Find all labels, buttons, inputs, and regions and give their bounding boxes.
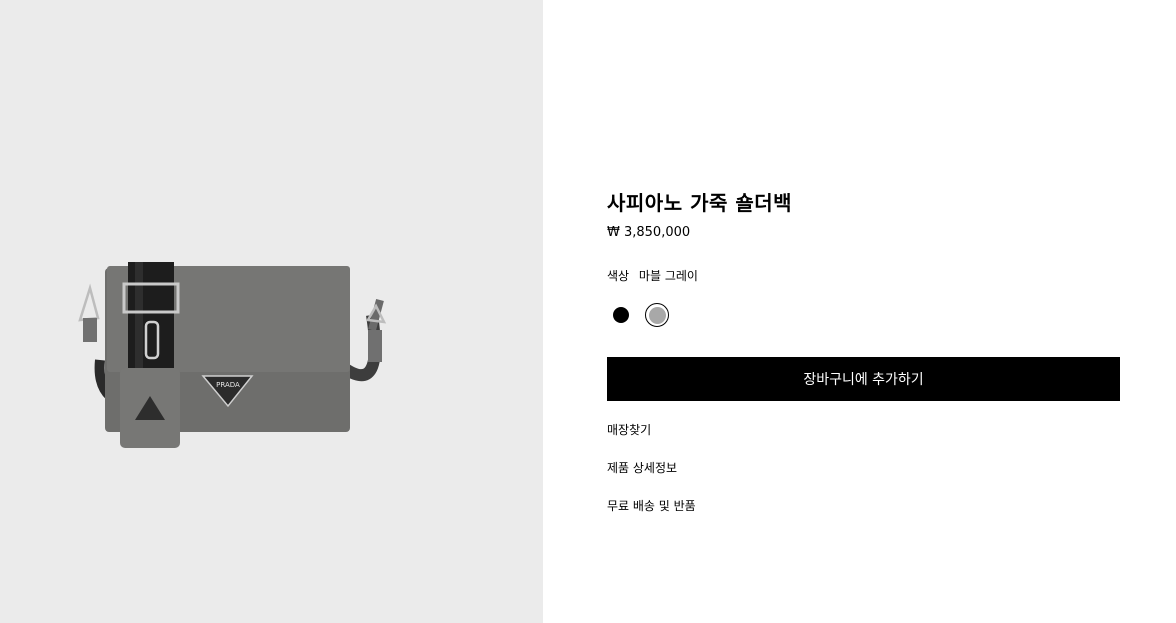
product-image: PRADA [0, 0, 543, 623]
swatch-black[interactable] [609, 303, 633, 327]
add-to-cart-button[interactable]: 장바구니에 추가하기 [607, 357, 1120, 401]
color-value: 마블 그레이 [638, 269, 698, 283]
shipping-returns-link[interactable]: 무료 배송 및 반품 [607, 497, 696, 514]
color-label: 색상 [607, 269, 630, 283]
product-info-panel: 사피아노 가죽 숄더백 ₩ 3,850,000 색상 마블 그레이 장바구니에 … [607, 0, 1120, 623]
bag-logo-text: PRADA [216, 381, 240, 389]
store-locator-link[interactable]: 매장찾기 [607, 421, 651, 438]
swatch-marble-grey[interactable] [645, 303, 669, 327]
product-details-link[interactable]: 제품 상세정보 [607, 459, 677, 476]
shoulder-bag-illustration: PRADA [78, 262, 387, 448]
color-row: 색상 마블 그레이 [607, 267, 698, 284]
product-price: ₩ 3,850,000 [607, 225, 691, 240]
product-title: 사피아노 가죽 숄더백 [607, 191, 793, 215]
swatch-black-dot [613, 307, 629, 323]
swatch-marble-grey-dot [648, 306, 666, 324]
